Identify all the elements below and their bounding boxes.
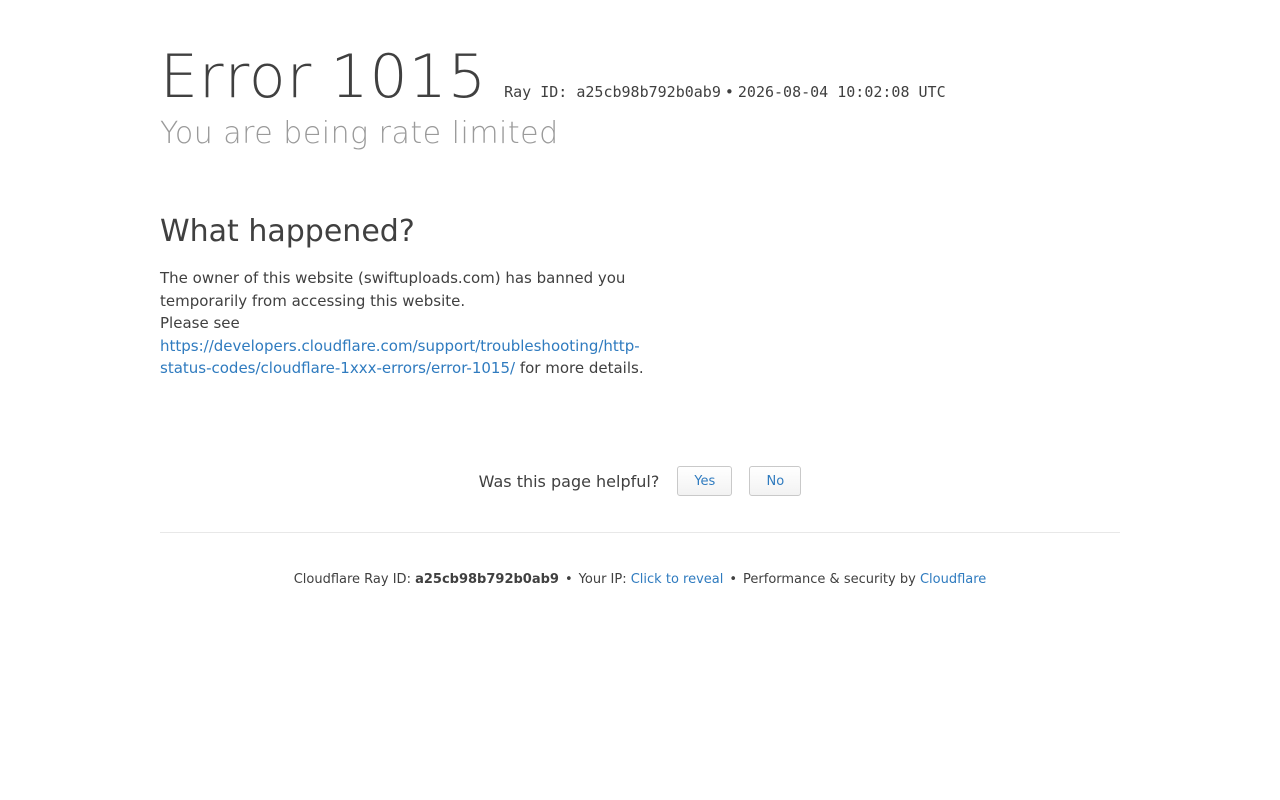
footer-bullet: • [729,572,738,587]
footer: Cloudflare Ray ID: a25cb98b792b0ab9 • Your… [160,571,1120,589]
yes-button[interactable]: Yes [677,466,733,496]
please-see-text: Please see [160,314,240,332]
error-header: Error 1015 Ray ID: a25cb98b792b0ab9 • 2026-… [160,42,946,112]
section-heading: What happened? [160,214,415,249]
feedback-question: Was this page helpful? [478,471,660,491]
cloudflare-link[interactable]: Cloudflare [920,572,986,587]
no-button[interactable]: No [749,466,802,496]
more-details-text: for more details. [519,359,644,377]
footer-ray-id: a25cb98b792b0ab9 [415,572,559,587]
reveal-ip-link[interactable]: Click to reveal [631,572,724,587]
ray-id-text: Ray ID: a25cb98b792b0ab9 [504,83,721,101]
footer-ip-label: Your IP: [578,572,627,587]
page-subtitle: You are being rate limited [160,116,559,151]
explanation-text: The owner of this website (swiftuploads.… [160,269,626,310]
error-title: Error 1015 [160,42,487,112]
footer-ray-label: Cloudflare Ray ID: [293,572,411,587]
ray-bullet: • [724,83,734,101]
divider [160,532,1120,533]
explanation-paragraph: The owner of this website (swiftuploads.… [160,267,650,380]
error-word: Error [160,42,313,112]
footer-perf-label: Performance & security by [743,572,916,587]
timestamp: 2026-08-04 10:02:08 UTC [737,83,946,101]
error-code: 1015 [330,42,488,112]
feedback-section: Was this page helpful? Yes No [160,466,1120,496]
ray-info: Ray ID: a25cb98b792b0ab9 • 2026-08-04 10:0… [504,83,946,101]
footer-bullet: • [564,572,573,587]
